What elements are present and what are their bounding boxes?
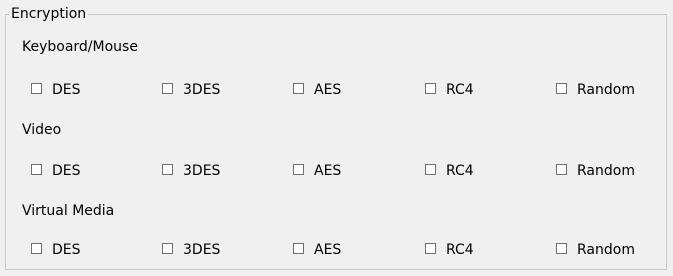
checkbox-box[interactable] [293, 83, 304, 94]
checkbox-box[interactable] [162, 164, 173, 175]
keyboard-mouse-3des-checkbox[interactable]: 3DES [162, 81, 220, 99]
checkbox-box[interactable] [31, 164, 42, 175]
video-aes-checkbox[interactable]: AES [293, 162, 341, 180]
checkbox-box[interactable] [556, 164, 567, 175]
checkbox-box[interactable] [425, 243, 436, 254]
keyboard-mouse-aes-checkbox[interactable]: AES [293, 81, 341, 99]
checkbox-box[interactable] [31, 243, 42, 254]
checkbox-box[interactable] [162, 243, 173, 254]
video-3des-checkbox[interactable]: 3DES [162, 162, 220, 180]
checkbox-box[interactable] [293, 243, 304, 254]
checkbox-box[interactable] [556, 243, 567, 254]
checkbox-label: Random [577, 163, 635, 179]
checkbox-box[interactable] [425, 83, 436, 94]
checkbox-label: Random [577, 242, 635, 258]
checkbox-label: AES [314, 163, 342, 179]
checkbox-label: Random [577, 82, 635, 98]
checkbox-label: 3DES [183, 163, 221, 179]
video-section-label: Video [22, 122, 62, 138]
virtual-media-rc4-checkbox[interactable]: RC4 [425, 241, 474, 259]
checkbox-label: DES [52, 82, 81, 98]
keyboard-mouse-section-label: Keyboard/Mouse [22, 39, 138, 55]
checkbox-label: RC4 [446, 82, 474, 98]
checkbox-box[interactable] [425, 164, 436, 175]
checkbox-label: DES [52, 242, 81, 258]
virtual-media-des-checkbox[interactable]: DES [31, 241, 81, 259]
virtual-media-random-checkbox[interactable]: Random [556, 241, 635, 259]
checkbox-box[interactable] [162, 83, 173, 94]
checkbox-label: 3DES [183, 242, 221, 258]
virtual-media-3des-checkbox[interactable]: 3DES [162, 241, 220, 259]
virtual-media-aes-checkbox[interactable]: AES [293, 241, 341, 259]
checkbox-label: AES [314, 82, 342, 98]
checkbox-box[interactable] [293, 164, 304, 175]
video-random-checkbox[interactable]: Random [556, 162, 635, 180]
checkbox-label: RC4 [446, 242, 474, 258]
checkbox-box[interactable] [31, 83, 42, 94]
video-rc4-checkbox[interactable]: RC4 [425, 162, 474, 180]
checkbox-label: DES [52, 163, 81, 179]
keyboard-mouse-rc4-checkbox[interactable]: RC4 [425, 81, 474, 99]
video-des-checkbox[interactable]: DES [31, 162, 81, 180]
checkbox-label: 3DES [183, 82, 221, 98]
keyboard-mouse-random-checkbox[interactable]: Random [556, 81, 635, 99]
checkbox-label: RC4 [446, 163, 474, 179]
checkbox-box[interactable] [556, 83, 567, 94]
encryption-group-title: Encryption [9, 5, 89, 23]
keyboard-mouse-des-checkbox[interactable]: DES [31, 81, 81, 99]
checkbox-label: AES [314, 242, 342, 258]
virtual-media-section-label: Virtual Media [22, 203, 115, 219]
